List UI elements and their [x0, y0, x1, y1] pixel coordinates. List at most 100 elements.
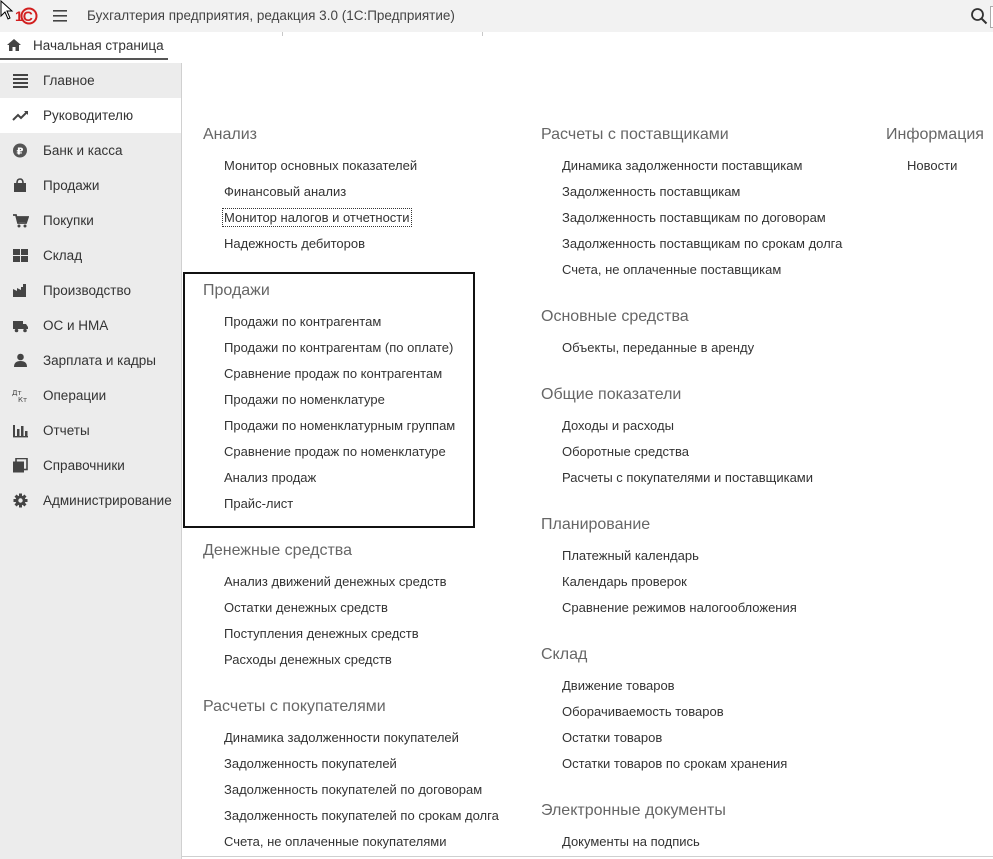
sidebar-item-bank-cash[interactable]: ₽ Банк и касса [0, 133, 181, 168]
warehouse-grid-icon [13, 249, 28, 262]
truck-icon [13, 321, 28, 333]
report-link[interactable]: Расходы денежных средств [224, 652, 392, 667]
gear-icon [13, 493, 28, 508]
tab-divider [282, 32, 283, 36]
sidebar-item-label: Зарплата и кадры [43, 353, 156, 368]
report-link[interactable]: Продажи по контрагентам (по оплате) [224, 340, 453, 355]
sidebar-item-manager[interactable]: Руководителю [0, 98, 181, 133]
shopping-bag-icon [14, 178, 26, 192]
report-link[interactable]: Анализ движений денежных средств [224, 574, 447, 589]
section-title-customer-settlements: Расчеты с покупателями [203, 698, 386, 715]
sidebar-item-label: Справочники [43, 458, 125, 473]
sidebar-item-main[interactable]: Главное [0, 63, 181, 98]
cart-icon [13, 214, 29, 228]
report-link[interactable]: Динамика задолженности поставщикам [562, 158, 802, 173]
sidebar-item-production[interactable]: Производство [0, 273, 181, 308]
report-link[interactable]: Движение товаров [562, 678, 675, 693]
report-link[interactable]: Оборачиваемость товаров [562, 704, 724, 719]
sidebar-item-salary-hr[interactable]: Зарплата и кадры [0, 343, 181, 378]
report-link[interactable]: Задолженность поставщикам по срокам долг… [562, 236, 842, 251]
report-link[interactable]: Доходы и расходы [562, 418, 674, 433]
section-title-analysis: Анализ [203, 126, 258, 143]
sidebar-item-administration[interactable]: Администрирование [0, 483, 181, 518]
report-link[interactable]: Счета, не оплаченные покупателями [224, 834, 446, 849]
debit-credit-icon: Дт Кт [12, 389, 27, 403]
content-bottom-border [182, 856, 993, 857]
section-title-fixed-assets: Основные средства [541, 308, 689, 325]
report-link[interactable]: Динамика задолженности покупателей [224, 730, 459, 745]
section-title-warehouse: Склад [541, 646, 588, 663]
news-link[interactable]: Новости [907, 158, 957, 173]
section-title-e-documents: Электронные документы [541, 802, 726, 819]
report-link[interactable]: Сравнение продаж по номенклатуре [224, 444, 446, 459]
app-title: Бухгалтерия предприятия, редакция 3.0 (1… [87, 8, 455, 23]
report-link[interactable]: Платежный календарь [562, 548, 699, 563]
section-title-information: Информация [886, 126, 984, 143]
report-link[interactable]: Задолженность поставщикам по договорам [562, 210, 826, 225]
title-bar: 1C Бухгалтерия предприятия, редакция 3.0… [0, 0, 993, 33]
report-link[interactable]: Задолженность покупателей [224, 756, 397, 771]
sidebar-item-label: Покупки [43, 213, 94, 228]
tab-row: Начальная страница [0, 32, 993, 60]
svg-text:₽: ₽ [17, 147, 24, 158]
section-title-planning: Планирование [541, 516, 651, 533]
sidebar-item-reports[interactable]: Отчеты [0, 413, 181, 448]
report-link[interactable]: Надежность дебиторов [224, 236, 365, 251]
report-link[interactable]: Прайс-лист [224, 496, 293, 511]
report-link[interactable]: Остатки товаров [562, 730, 662, 745]
sidebar-item-label: Отчеты [43, 423, 90, 438]
trend-icon [12, 111, 28, 121]
report-link[interactable]: Календарь проверок [562, 574, 687, 589]
home-icon [7, 39, 21, 51]
list-icon [13, 74, 28, 88]
ruble-coin-icon: ₽ [13, 143, 27, 158]
section-title-general-indicators: Общие показатели [541, 386, 682, 403]
sidebar-item-label: Продажи [43, 178, 100, 193]
report-link[interactable]: Документы на подпись [562, 834, 700, 849]
report-link[interactable]: Оборотные средства [562, 444, 689, 459]
logo-1c-icon[interactable]: 1C [4, 6, 42, 26]
books-icon [13, 458, 28, 473]
sidebar-item-operations[interactable]: Дт Кт Операции [0, 378, 181, 413]
report-link[interactable]: Задолженность покупателей по договорам [224, 782, 482, 797]
section-title-supplier-settlements: Расчеты с поставщиками [541, 126, 729, 143]
report-link[interactable]: Сравнение продаж по контрагентам [224, 366, 442, 381]
report-link[interactable]: Остатки денежных средств [224, 600, 388, 615]
sidebar-item-label: Главное [43, 73, 95, 88]
sidebar-item-label: Операции [43, 388, 107, 403]
sidebar-item-fixed-assets[interactable]: ОС и НМА [0, 308, 181, 343]
dashboard-content: Анализ Монитор основных показателей Фина… [182, 63, 993, 859]
report-link[interactable]: Монитор налогов и отчетности [222, 208, 412, 227]
sidebar-item-label: ОС и НМА [43, 318, 109, 333]
report-link[interactable]: Продажи по номенклатурным группам [224, 418, 455, 433]
report-link[interactable]: Задолженность поставщикам [562, 184, 740, 199]
sidebar-item-label: Производство [43, 283, 132, 298]
report-link[interactable]: Финансовый анализ [224, 184, 346, 199]
report-link[interactable]: Анализ продаж [224, 470, 316, 485]
report-link[interactable]: Сравнение режимов налогообложения [562, 600, 797, 615]
report-link[interactable]: Расчеты с покупателями и поставщиками [562, 470, 813, 485]
report-link[interactable]: Объекты, переданные в аренду [562, 340, 754, 355]
sidebar-item-label: Администрирование [43, 493, 172, 508]
search-icon[interactable] [968, 5, 990, 27]
tab-home-label: Начальная страница [33, 38, 164, 53]
sections-sidebar: Главное Руководителю ₽ Банк и касса Прод… [0, 63, 182, 859]
tab-divider [482, 32, 483, 36]
report-link[interactable]: Монитор основных показателей [224, 158, 417, 173]
sidebar-item-label: Банк и касса [43, 143, 123, 158]
menu-burger-icon[interactable] [52, 9, 68, 23]
report-link[interactable]: Продажи по номенклатуре [224, 392, 385, 407]
report-link[interactable]: Поступления денежных средств [224, 626, 419, 641]
report-link[interactable]: Задолженность покупателей по срокам долг… [224, 808, 499, 823]
tab-home-page[interactable]: Начальная страница [0, 32, 168, 60]
report-link[interactable]: Остатки товаров по срокам хранения [562, 756, 787, 771]
sidebar-item-catalogs[interactable]: Справочники [0, 448, 181, 483]
report-link[interactable]: Счета, не оплаченные поставщикам [562, 262, 781, 277]
sidebar-item-sales[interactable]: Продажи [0, 168, 181, 203]
sidebar-item-purchases[interactable]: Покупки [0, 203, 181, 238]
report-link[interactable]: Продажи по контрагентам [224, 314, 381, 329]
bar-chart-icon [13, 425, 28, 438]
person-icon [14, 353, 27, 367]
factory-icon [13, 284, 26, 297]
sidebar-item-warehouse[interactable]: Склад [0, 238, 181, 273]
